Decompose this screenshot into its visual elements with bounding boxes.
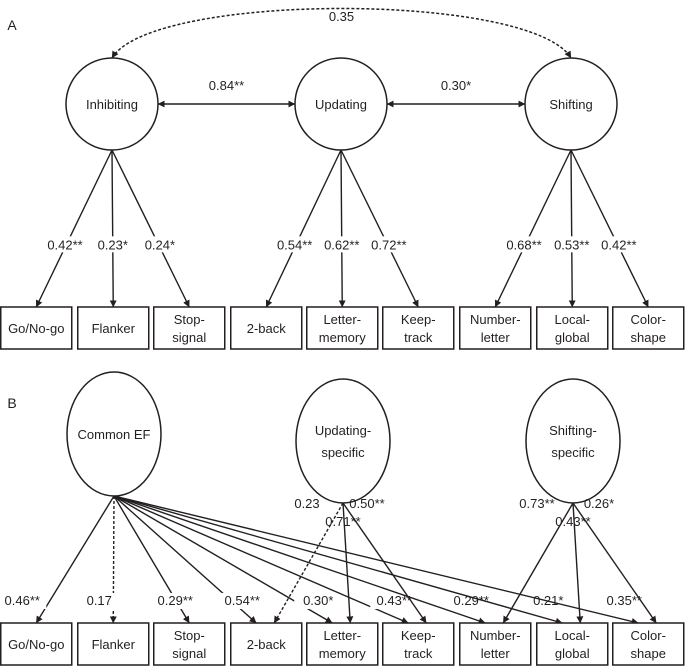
loading-label: 0.29** [158, 593, 193, 608]
task-label: 2-back [247, 321, 287, 336]
task-label: Keep- [401, 628, 436, 643]
task-label: memory [319, 646, 366, 661]
loading-label: 0.24* [145, 237, 175, 252]
panel-label-A: A [7, 17, 17, 33]
task-label: Letter- [323, 312, 361, 327]
loading-label: 0.72** [371, 237, 406, 252]
loading-label: 0.46** [5, 593, 40, 608]
task-label: Local- [555, 312, 590, 327]
correlation-label: 0.84** [209, 78, 244, 93]
task-label: 2-back [247, 637, 287, 652]
task-label: global [555, 330, 590, 345]
loading-label: 0.23* [98, 237, 128, 252]
loading-arrow [340, 149, 419, 308]
task-label: track [404, 330, 433, 345]
latent-ups [295, 378, 391, 504]
loading-label: 0.43** [377, 593, 412, 608]
task-label: track [404, 646, 433, 661]
task-label: letter [481, 646, 511, 661]
latent-label: Shifting [549, 97, 592, 112]
correlation-label: 0.30* [441, 78, 471, 93]
loading-arrow [338, 149, 346, 308]
loading-arrow [570, 149, 649, 308]
task-label: Color- [631, 312, 666, 327]
task-label: signal [172, 646, 206, 661]
latent-label: specific [321, 445, 365, 460]
loading-label: 0.62** [324, 237, 359, 252]
task-label: Local- [555, 628, 590, 643]
loading-arrow [35, 149, 113, 308]
latent-label: specific [551, 445, 595, 460]
loading-label: 0.53** [554, 237, 589, 252]
task-label: Color- [631, 628, 666, 643]
loading-label: 0.71** [325, 514, 360, 529]
task-label: Stop- [174, 628, 205, 643]
latent-label: Updating [315, 97, 367, 112]
latent-label: Shifting- [549, 423, 597, 438]
loading-label: 0.54** [225, 593, 260, 608]
task-label: memory [319, 330, 366, 345]
loading-arrow [265, 149, 342, 308]
loading-label: 0.73** [519, 496, 554, 511]
task-label: Number- [470, 628, 521, 643]
task-label: Go/No-go [8, 637, 64, 652]
task-label: Flanker [92, 637, 136, 652]
loading-label: 0.54** [277, 237, 312, 252]
task-label: Go/No-go [8, 321, 64, 336]
task-label: Number- [470, 312, 521, 327]
task-label: signal [172, 330, 206, 345]
loading-label: 0.23 [294, 496, 319, 511]
sem-diagram: A Inhibiting Updating Shifting Go/No-go Flank… [0, 7, 685, 666]
loading-arrow [109, 149, 117, 308]
latent-label: Inhibiting [86, 97, 138, 112]
loading-label: 0.43** [555, 514, 590, 529]
loading-label: 0.30* [303, 593, 333, 608]
correlation-label: 0.35 [329, 9, 354, 24]
latent-label: Updating- [315, 423, 371, 438]
loading-label: 0.17 [87, 593, 112, 608]
latent-label: Common EF [78, 427, 151, 442]
loading-label: 0.21* [533, 593, 563, 608]
task-label: letter [481, 330, 511, 345]
loading-label: 0.50** [349, 496, 384, 511]
loading-label: 0.42** [47, 237, 82, 252]
loading-arrow [568, 149, 576, 308]
loading-arrow [494, 149, 572, 308]
task-label: shape [631, 646, 666, 661]
task-label: global [555, 646, 590, 661]
task-label: Stop- [174, 312, 205, 327]
task-label: Keep- [401, 312, 436, 327]
panel-label-B: B [7, 395, 16, 411]
loading-label: 0.26* [584, 496, 614, 511]
loading-label: 0.42** [601, 237, 636, 252]
latent-shs [525, 378, 621, 504]
task-label: Letter- [323, 628, 361, 643]
loading-label: 0.68** [506, 237, 541, 252]
loading-label: 0.29** [454, 593, 489, 608]
task-label: shape [631, 330, 666, 345]
loading-label: 0.35** [607, 593, 642, 608]
loading-arrow [111, 149, 190, 308]
task-label: Flanker [92, 321, 136, 336]
